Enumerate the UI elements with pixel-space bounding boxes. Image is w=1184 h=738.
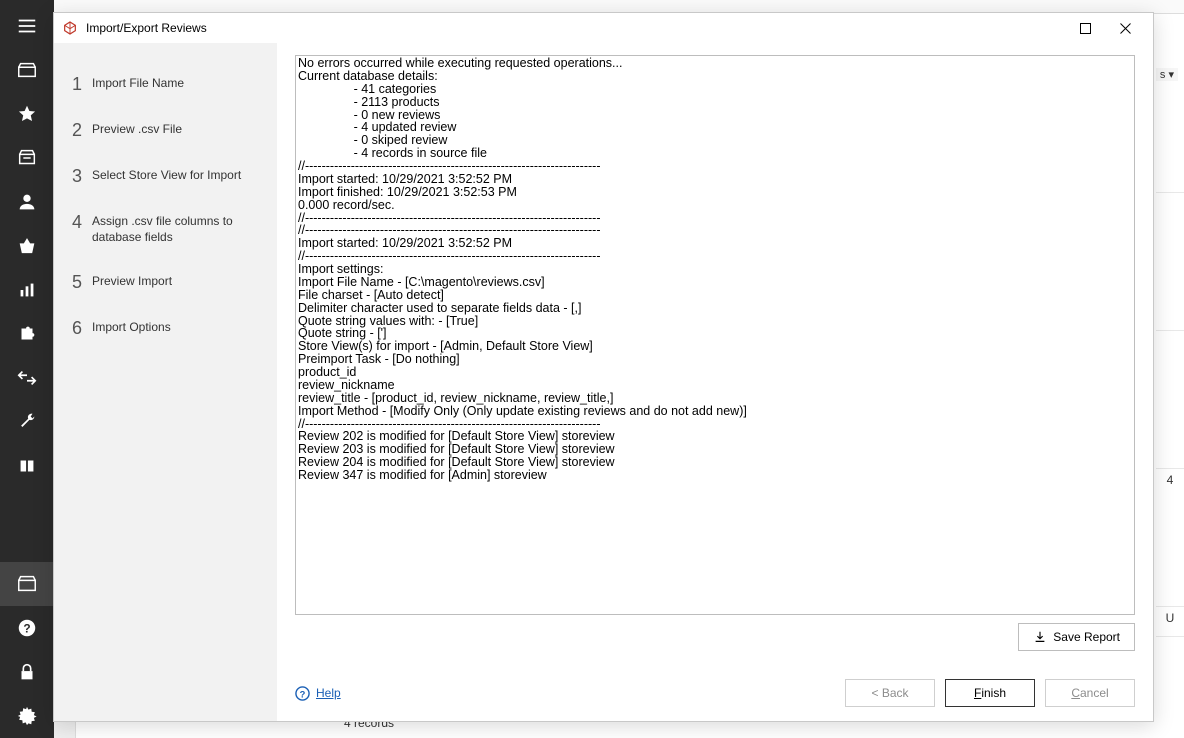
archive-icon[interactable]: [0, 562, 54, 606]
app-icon: [62, 20, 78, 36]
bg-right-cells: 4 U: [1156, 55, 1184, 738]
titlebar: Import/Export Reviews: [54, 13, 1153, 43]
maximize-button[interactable]: [1065, 14, 1105, 42]
help-icon: ?: [295, 686, 310, 701]
help-link[interactable]: ? Help: [295, 686, 341, 701]
step-3[interactable]: 3Select Store View for Import: [54, 153, 277, 199]
stack-icon[interactable]: [0, 444, 54, 488]
chart-icon[interactable]: [0, 268, 54, 312]
save-report-button[interactable]: Save Report: [1018, 623, 1135, 651]
step-5[interactable]: 5Preview Import: [54, 259, 277, 305]
main-panel: No errors occurred while executing reque…: [277, 43, 1153, 721]
svg-text:?: ?: [23, 622, 30, 636]
person-icon[interactable]: [0, 180, 54, 224]
dialog-title: Import/Export Reviews: [86, 21, 207, 35]
wrench-icon[interactable]: [0, 400, 54, 444]
step-1[interactable]: 1Import File Name: [54, 61, 277, 107]
step-6[interactable]: 6Import Options: [54, 305, 277, 351]
basket-icon[interactable]: [0, 224, 54, 268]
import-export-dialog: Import/Export Reviews 1Import File Name …: [53, 12, 1154, 722]
lock-icon[interactable]: [0, 650, 54, 694]
puzzle-icon[interactable]: [0, 312, 54, 356]
left-rail: ?: [0, 0, 54, 738]
gear-icon[interactable]: [0, 694, 54, 738]
step-2[interactable]: 2Preview .csv File: [54, 107, 277, 153]
wizard-steps-panel: 1Import File Name 2Preview .csv File 3Se…: [54, 43, 277, 721]
finish-button[interactable]: Finish: [945, 679, 1035, 707]
step-4[interactable]: 4Assign .csv file columns to database fi…: [54, 199, 277, 259]
inbox-icon[interactable]: [0, 136, 54, 180]
cancel-button[interactable]: Cancel: [1045, 679, 1135, 707]
download-icon: [1033, 630, 1047, 644]
transfer-icon[interactable]: [0, 356, 54, 400]
import-log[interactable]: No errors occurred while executing reque…: [295, 55, 1135, 615]
help-rail-icon[interactable]: ?: [0, 606, 54, 650]
svg-text:?: ?: [300, 689, 306, 699]
hamburger-icon[interactable]: [0, 4, 54, 48]
back-button[interactable]: < Back: [845, 679, 935, 707]
box-icon[interactable]: [0, 48, 54, 92]
close-button[interactable]: [1105, 14, 1145, 42]
star-icon[interactable]: [0, 92, 54, 136]
dialog-footer: ? Help < Back Finish Cancel: [295, 651, 1135, 707]
